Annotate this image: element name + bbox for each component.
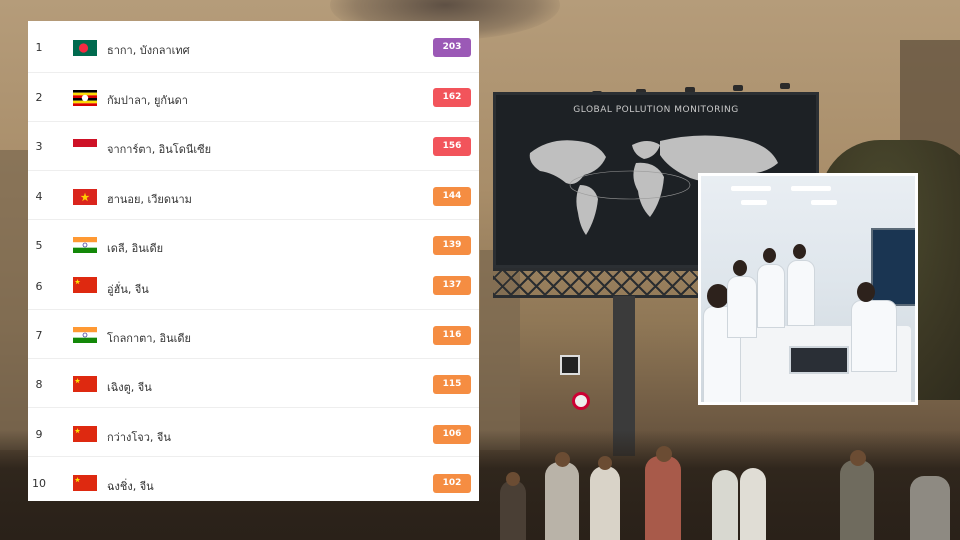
aqi-badge: 106 [433, 425, 471, 444]
rank-number: 10 [32, 477, 46, 490]
pedestrian-head [598, 456, 612, 470]
city-name: อู่ฮั่น, จีน [107, 283, 149, 296]
ceiling-light [731, 186, 771, 191]
street-sign [560, 355, 580, 375]
pedestrian [545, 462, 579, 540]
billboard-truss [493, 268, 699, 298]
pedestrian [712, 470, 738, 540]
rank-number: 1 [35, 41, 43, 54]
indonesia-flag-icon [73, 139, 97, 155]
ceiling-light [791, 186, 831, 191]
list-item[interactable]: 2 กัมปาลา, ยูกันดา 162 [28, 73, 479, 122]
city-name: ธากา, บังกลาเทศ [107, 44, 190, 57]
india-flag-icon [73, 327, 97, 343]
lab-instrument [789, 346, 849, 374]
list-item[interactable]: 5 เดลี, อินเดีย 139 [28, 220, 479, 262]
china-flag-icon [73, 426, 97, 442]
city-name: กัมปาลา, ยูกันดา [107, 94, 188, 107]
aqi-badge: 116 [433, 326, 471, 345]
traffic-sign-icon [572, 392, 590, 410]
china-flag-icon [73, 475, 97, 491]
lab-worker [757, 264, 785, 328]
aqi-badge: 137 [433, 276, 471, 295]
aqi-badge: 102 [433, 474, 471, 493]
rank-number: 8 [35, 378, 43, 391]
aqi-badge: 203 [433, 38, 471, 57]
aqi-badge: 144 [433, 187, 471, 206]
pedestrian [740, 468, 766, 540]
uganda-flag-icon [73, 90, 97, 106]
pedestrian [840, 460, 874, 540]
billboard-title: GLOBAL POLLUTION MONITORING [573, 105, 739, 115]
list-item[interactable]: 3 จาการ์ตา, อินโดนีเซีย 156 [28, 122, 479, 171]
china-flag-icon [73, 376, 97, 392]
city-ranking-list: 1 ธากา, บังกลาเทศ 203 2 กัมปาลา, ยูกันดา… [28, 21, 479, 501]
pedestrian [500, 480, 526, 540]
lab-worker [787, 260, 815, 326]
bangladesh-flag-icon [73, 40, 97, 56]
city-name: กว่างโจว, จีน [107, 431, 171, 444]
rank-number: 4 [35, 190, 43, 203]
lab-room [701, 176, 915, 402]
lab-worker-head [763, 248, 776, 263]
lab-photo [698, 173, 918, 405]
aqi-badge: 139 [433, 236, 471, 255]
list-item[interactable]: 4 ฮานอย, เวียดนาม 144 [28, 171, 479, 220]
city-name: โกลกาตา, อินเดีย [107, 332, 191, 345]
list-item[interactable]: 6 อู่ฮั่น, จีน 137 [28, 262, 479, 310]
ceiling-light [811, 200, 837, 205]
china-flag-icon [73, 277, 97, 293]
list-item[interactable]: 8 เฉิงตู, จีน 115 [28, 359, 479, 408]
pedestrian-head [506, 472, 520, 486]
rank-number: 7 [35, 329, 43, 342]
aqi-badge: 115 [433, 375, 471, 394]
aqi-badge: 156 [433, 137, 471, 156]
city-name: เฉิงตู, จีน [107, 381, 152, 394]
aqi-badge: 162 [433, 88, 471, 107]
pedestrian-head [656, 446, 672, 462]
billboard-lamp [780, 83, 790, 89]
vietnam-flag-icon [73, 189, 97, 205]
india-flag-icon [73, 237, 97, 253]
ceiling-light [741, 200, 767, 205]
billboard-lamp [733, 85, 743, 91]
city-name: ฉงชิ่ง, จีน [107, 480, 154, 493]
lab-worker [851, 300, 897, 372]
rank-number: 3 [35, 140, 43, 153]
pedestrian [645, 456, 681, 540]
rank-number: 5 [35, 239, 43, 252]
list-item[interactable]: 10 ฉงชิ่ง, จีน 102 [28, 457, 479, 501]
lab-worker-head [793, 244, 806, 259]
list-item[interactable]: 9 กว่างโจว, จีน 106 [28, 408, 479, 457]
pedestrian [910, 476, 950, 540]
pedestrian-head [555, 452, 570, 467]
pedestrian [590, 466, 620, 540]
rank-number: 2 [35, 91, 43, 104]
monitor-display [871, 228, 915, 306]
city-name: เดลี, อินเดีย [107, 242, 164, 255]
city-name: ฮานอย, เวียดนาม [107, 193, 192, 206]
lab-worker [727, 276, 757, 338]
rank-number: 9 [35, 428, 43, 441]
list-item[interactable]: 1 ธากา, บังกลาเทศ 203 [28, 24, 479, 73]
list-item[interactable]: 7 โกลกาตา, อินเดีย 116 [28, 310, 479, 359]
pedestrian-head [850, 450, 866, 466]
city-name: จาการ์ตา, อินโดนีเซีย [107, 143, 212, 156]
lab-worker-head [707, 284, 729, 308]
lab-worker-head [857, 282, 875, 302]
lab-worker-head [733, 260, 747, 276]
rank-number: 6 [35, 280, 43, 293]
